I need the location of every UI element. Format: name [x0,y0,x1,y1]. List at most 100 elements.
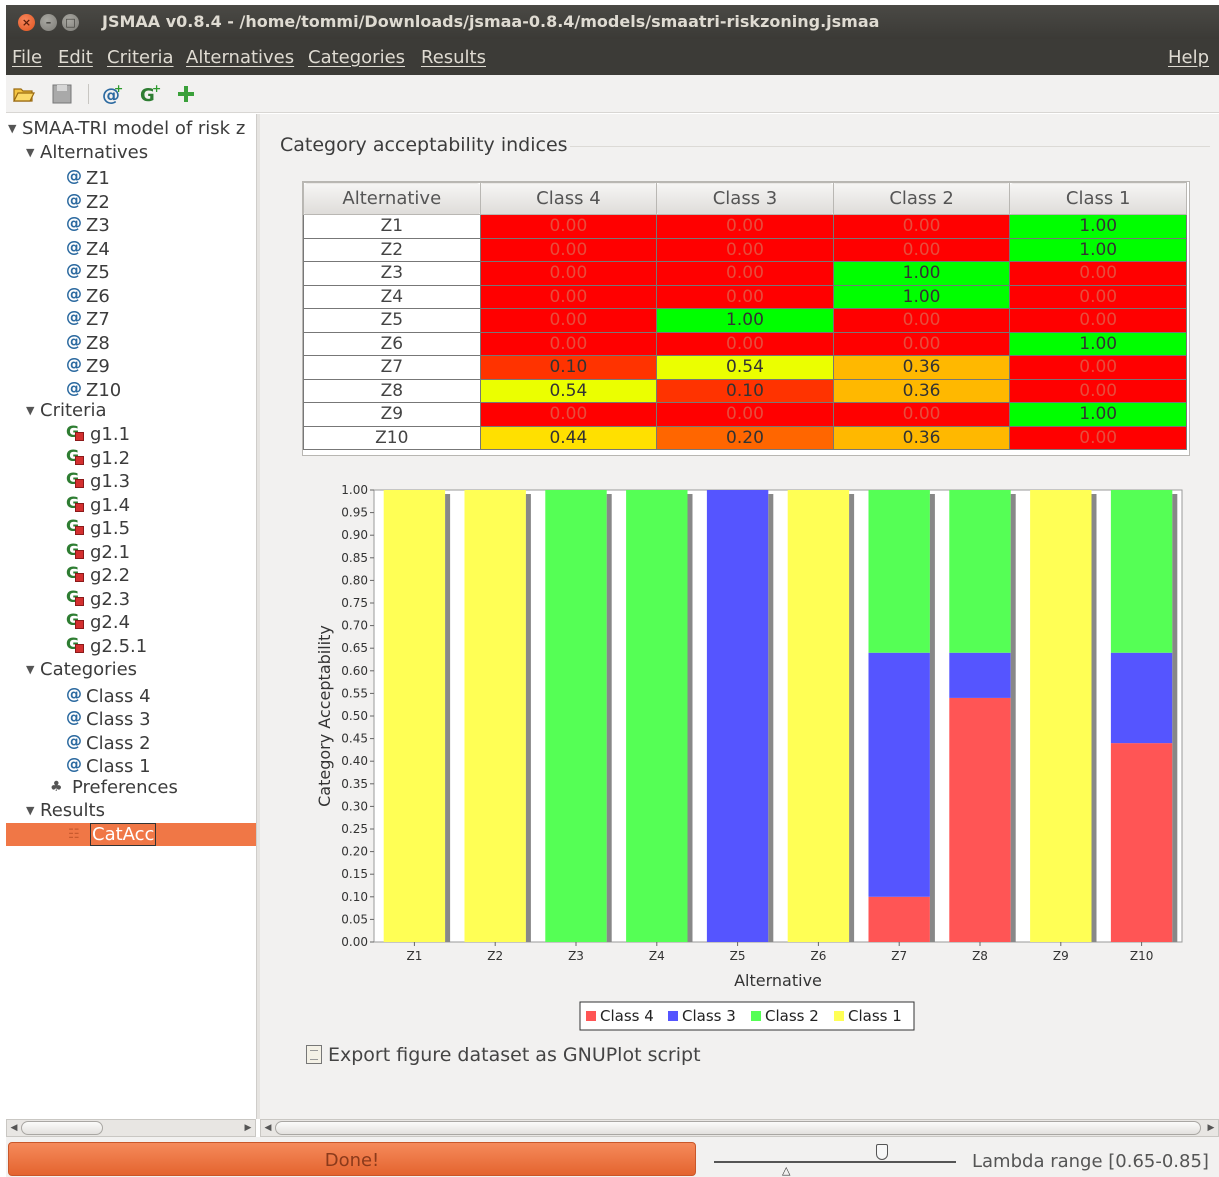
chart-bar-segment[interactable] [626,490,688,942]
table-row[interactable]: Z5 0.00 1.00 0.00 0.00 [303,308,1187,333]
add-alternative-icon[interactable]: @ + [100,82,124,106]
table-row[interactable]: Z10 0.44 0.20 0.36 0.00 [303,425,1187,450]
table-cell-alternative[interactable]: Z1 [303,214,481,239]
table-cell-value[interactable]: 0.00 [1009,355,1187,380]
tree-item-alternative[interactable]: @ Z6 [66,282,110,307]
table-cell-value[interactable]: 1.00 [832,261,1011,286]
table-cell-value[interactable]: 0.54 [656,355,834,380]
table-cell-value[interactable]: 0.36 [832,355,1011,380]
tree-item-alternative[interactable]: @ Z7 [66,305,110,330]
tree-item-criterion[interactable]: Gg1.3 [66,470,130,493]
tree-item-alternative[interactable]: @ Z10 [66,376,121,401]
table-cell-value[interactable]: 0.00 [656,331,834,356]
scroll-left-icon[interactable]: ◀ [7,1120,21,1136]
tree-item-alternative[interactable]: @ Z5 [66,258,110,283]
table-cell-value[interactable]: 1.00 [1009,331,1187,356]
chart-bar-segment[interactable] [545,490,607,942]
table-cell-value[interactable]: 0.00 [656,284,834,309]
menu-edit[interactable]: Edit [58,47,93,68]
table-row[interactable]: Z7 0.10 0.54 0.36 0.00 [303,355,1187,380]
table-cell-value[interactable]: 0.00 [656,214,834,239]
window-close-icon[interactable]: × [18,14,35,31]
table-cell-value[interactable]: 0.00 [656,261,834,286]
table-cell-alternative[interactable]: Z9 [303,402,481,427]
table-cell-value[interactable]: 1.00 [832,284,1011,309]
open-folder-icon[interactable] [12,82,36,106]
chart-bar-segment[interactable] [464,490,526,942]
table-cell-value[interactable]: 0.00 [832,331,1011,356]
scroll-right-icon[interactable]: ▶ [241,1120,255,1136]
table-cell-value[interactable]: 0.00 [832,402,1011,427]
window-maximize-icon[interactable]: □ [62,14,79,31]
chart-bar-segment[interactable] [1110,490,1173,653]
chart-bar-segment[interactable] [949,697,1011,942]
chart-bar-segment[interactable] [383,490,446,942]
tree-item-alternative[interactable]: @ Z3 [66,211,110,236]
table-cell-value[interactable]: 0.00 [479,237,658,262]
tree-item-criterion[interactable]: Gg2.5.1 [66,635,147,658]
table-cell-value[interactable]: 0.00 [479,261,658,286]
tree-alternatives-node[interactable]: ▼ Alternatives [26,141,148,164]
table-row[interactable]: Z9 0.00 0.00 0.00 1.00 [303,402,1187,427]
table-cell-alternative[interactable]: Z10 [303,425,481,450]
tree-preferences-node[interactable]: ♣ Preferences [50,776,178,799]
tree-item-criterion[interactable]: Gg2.2 [66,564,130,587]
tree-item-alternative[interactable]: @ Z8 [66,329,110,354]
sidebar-hscrollbar[interactable]: ◀ ▶ [6,1119,256,1137]
table-cell-value[interactable]: 0.36 [832,378,1011,403]
table-cell-value[interactable]: 0.00 [832,214,1011,239]
table-cell-value[interactable]: 0.00 [479,284,658,309]
table-header-class2[interactable]: Class 2 [832,182,1011,215]
chart-bar-segment[interactable] [949,652,1011,698]
tree-item-alternative[interactable]: @ Z1 [66,164,110,189]
tree-item-catacc-selected[interactable]: ☷ CatAcc [6,823,256,846]
tree-item-criterion[interactable]: Gg2.1 [66,541,130,564]
tree-item-category[interactable]: @ Class 2 [66,729,151,754]
table-row[interactable]: Z3 0.00 0.00 1.00 0.00 [303,261,1187,286]
menu-help[interactable]: Help [1168,47,1209,68]
chart-bar-segment[interactable] [868,652,930,897]
tree-item-criterion[interactable]: Gg2.3 [66,588,130,611]
table-cell-value[interactable]: 0.00 [1009,308,1187,333]
main-hscrollbar[interactable]: ◀ ▶ [260,1119,1219,1137]
table-row[interactable]: Z6 0.00 0.00 0.00 1.00 [303,331,1187,356]
tree-item-category[interactable]: @ Class 1 [66,752,151,777]
table-cell-value[interactable]: 0.10 [656,378,834,403]
tree-criteria-node[interactable]: ▼ Criteria [26,399,107,422]
chart-bar-segment[interactable] [949,490,1011,653]
tree-item-alternative[interactable]: @ Z9 [66,352,110,377]
table-cell-value[interactable]: 1.00 [1009,214,1187,239]
table-cell-value[interactable]: 1.00 [656,308,834,333]
collapse-triangle-icon[interactable]: ▼ [8,117,22,140]
table-cell-value[interactable]: 1.00 [1009,237,1187,262]
table-cell-alternative[interactable]: Z3 [303,261,481,286]
tree-item-category[interactable]: @ Class 3 [66,705,151,730]
tree-item-criterion[interactable]: Gg1.2 [66,447,130,470]
tree-results-node[interactable]: ▼ Results [26,799,105,822]
collapse-triangle-icon[interactable]: ▼ [26,658,40,681]
collapse-triangle-icon[interactable]: ▼ [26,141,40,164]
menu-criteria[interactable]: Criteria [107,47,174,68]
tree-item-alternative[interactable]: @ Z4 [66,235,110,260]
table-cell-value[interactable]: 0.00 [832,308,1011,333]
table-cell-value[interactable]: 0.00 [479,308,658,333]
chart-bar-segment[interactable] [1030,490,1092,942]
lambda-slider-upper-thumb[interactable] [876,1144,888,1160]
window-minimize-icon[interactable]: – [40,14,57,31]
tree-item-category[interactable]: @ Class 4 [66,682,151,707]
tree-root[interactable]: ▼ SMAA-TRI model of risk z [8,117,245,140]
export-gnuplot-link[interactable]: Export figure dataset as GNUPlot script [306,1044,701,1066]
table-row[interactable]: Z1 0.00 0.00 0.00 1.00 [303,214,1187,239]
table-cell-value[interactable]: 0.00 [1009,261,1187,286]
table-cell-value[interactable]: 1.00 [1009,402,1187,427]
lambda-slider-lower-thumb[interactable]: △ [782,1164,790,1177]
table-cell-value[interactable]: 0.00 [1009,378,1187,403]
table-cell-value[interactable]: 0.00 [479,331,658,356]
menu-alternatives[interactable]: Alternatives [186,47,294,68]
table-cell-value[interactable]: 0.00 [479,214,658,239]
table-cell-value[interactable]: 0.00 [656,237,834,262]
save-icon[interactable] [50,82,74,106]
scroll-right-icon[interactable]: ▶ [1204,1120,1218,1136]
table-header-class3[interactable]: Class 3 [656,182,834,215]
tree-item-criterion[interactable]: Gg1.5 [66,517,130,540]
